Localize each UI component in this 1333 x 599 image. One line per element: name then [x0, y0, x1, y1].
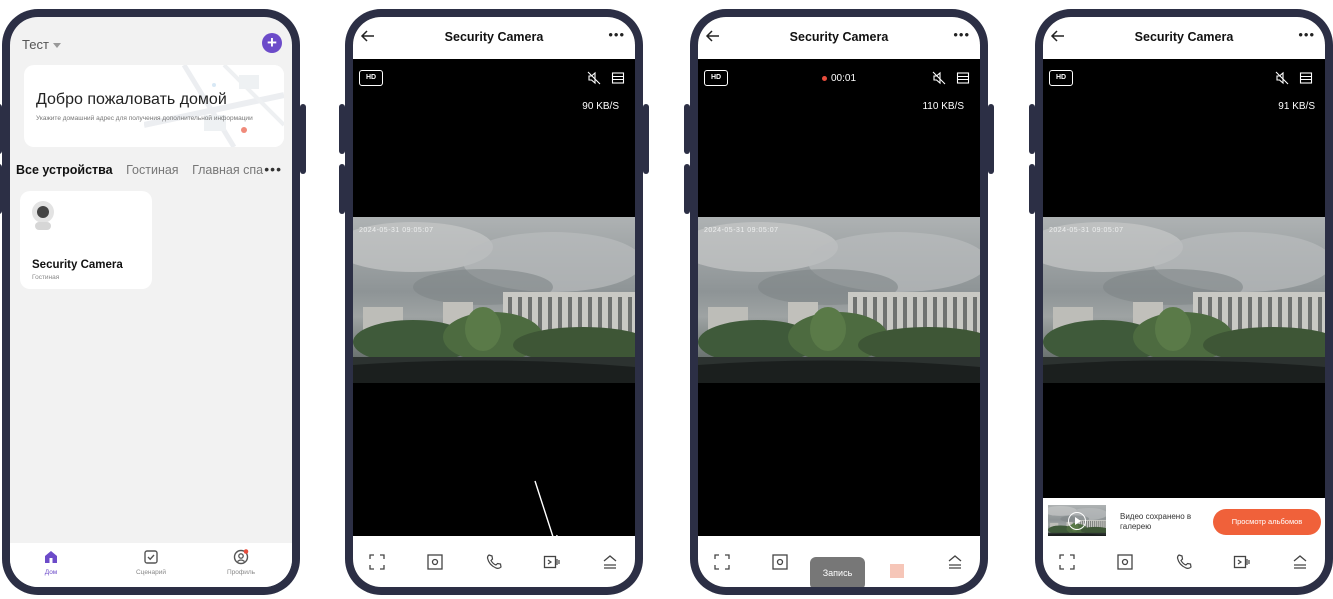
page-title: Security Camera — [444, 30, 544, 44]
expand-icon[interactable] — [946, 553, 964, 571]
recording-dot-icon — [822, 75, 827, 81]
layout-icon[interactable] — [956, 71, 970, 85]
hd-quality-button[interactable]: HD — [359, 70, 383, 86]
profile-icon — [233, 549, 249, 565]
nav-label-scenario: Сценарий — [135, 569, 167, 576]
screenshot-icon[interactable] — [771, 553, 789, 571]
bitrate-readout: 90 KB/S — [582, 101, 619, 112]
mute-icon[interactable] — [932, 71, 946, 85]
nav-home[interactable]: Дом — [16, 549, 86, 576]
fullscreen-icon[interactable] — [368, 553, 386, 571]
expand-icon[interactable] — [1291, 553, 1309, 571]
nav-label-home: Дом — [44, 569, 58, 576]
bitrate-readout: 91 KB/S — [1278, 101, 1315, 112]
welcome-card[interactable]: Добро пожаловать домой Укажите домашний … — [24, 65, 284, 147]
more-tabs-icon[interactable]: ••• — [264, 161, 282, 177]
welcome-title: Добро пожаловать домой — [36, 91, 227, 108]
recording-time: 00:01 — [831, 73, 857, 84]
recording-timer: 00:01 — [822, 73, 856, 84]
camera-screen-recording: Security Camera ••• HD 00:01 110 KB/S 20… — [698, 17, 980, 587]
home-screen: Тест + Добро пожаловать домой Укажите до… — [10, 17, 292, 587]
hd-quality-button[interactable]: HD — [704, 70, 728, 86]
bottom-nav: Дом Сценарий Профиль — [10, 543, 292, 587]
saved-message: Видео сохранено в галерею — [1120, 512, 1192, 531]
video-timestamp: 2024-05-31 09:05:07 — [1049, 227, 1124, 234]
add-device-button[interactable]: + — [262, 33, 282, 53]
screenshot-icon[interactable] — [1116, 553, 1134, 571]
phone-icon[interactable] — [1175, 553, 1193, 571]
camera-header: Security Camera ••• — [698, 17, 980, 59]
hd-quality-button[interactable]: HD — [1049, 70, 1073, 86]
more-options-icon[interactable]: ••• — [1298, 27, 1315, 42]
record-icon[interactable] — [543, 553, 561, 571]
view-albums-button[interactable]: Просмотр альбомов — [1213, 509, 1321, 535]
camera-header: Security Camera ••• — [353, 17, 635, 59]
camera-screen-saved: Security Camera ••• HD 91 KB/S 2024-05-3… — [1043, 17, 1325, 587]
saved-video-thumbnail[interactable] — [1048, 505, 1106, 538]
nav-label-profile: Профиль — [226, 569, 256, 576]
tab-main-bedroom[interactable]: Главная спа — [192, 163, 263, 177]
device-card[interactable]: Security Camera Гостиная — [20, 191, 152, 289]
nav-scenario[interactable]: Сценарий — [116, 549, 186, 576]
room-tabs: Все устройства Гостиная Главная спа — [16, 163, 286, 177]
recording-toast: Запись — [810, 557, 865, 587]
video-timestamp: 2024-05-31 09:05:07 — [704, 227, 779, 234]
fullscreen-icon[interactable] — [713, 553, 731, 571]
camera-device-icon — [32, 201, 54, 223]
video-feed: 2024-05-31 09:05:07 — [1043, 217, 1325, 383]
control-bar — [1043, 536, 1325, 587]
stop-record-button[interactable] — [890, 564, 904, 578]
chevron-down-icon — [52, 43, 61, 49]
phone-frame-camera-saved: Security Camera ••• HD 91 KB/S 2024-05-3… — [1029, 9, 1333, 595]
fullscreen-icon[interactable] — [1058, 553, 1076, 571]
home-name: Тест — [22, 37, 49, 52]
tab-living-room[interactable]: Гостиная — [126, 163, 178, 177]
checkbox-icon — [144, 550, 158, 564]
mute-icon[interactable] — [587, 71, 601, 85]
phone-icon[interactable] — [485, 553, 503, 571]
page-title: Security Camera — [789, 30, 889, 44]
welcome-subtitle: Укажите домашний адрес для получения доп… — [36, 115, 253, 122]
more-options-icon[interactable]: ••• — [608, 27, 625, 42]
bitrate-readout: 110 KB/S — [922, 101, 964, 112]
expand-icon[interactable] — [601, 553, 619, 571]
phone-frame-camera-recording: Security Camera ••• HD 00:01 110 KB/S 20… — [684, 9, 994, 595]
page-title: Security Camera — [1134, 30, 1234, 44]
mute-icon[interactable] — [1275, 71, 1289, 85]
play-icon — [1068, 512, 1086, 530]
home-selector[interactable]: Тест — [22, 37, 61, 52]
phone-frame-home: Тест + Добро пожаловать домой Укажите до… — [0, 9, 306, 595]
device-name: Security Camera — [32, 259, 123, 271]
device-room: Гостиная — [32, 274, 60, 281]
video-feed: 2024-05-31 09:05:07 — [353, 217, 635, 383]
record-icon[interactable] — [1233, 553, 1251, 571]
control-bar — [353, 536, 635, 587]
video-feed: 2024-05-31 09:05:07 — [698, 217, 980, 383]
nav-profile[interactable]: Профиль — [206, 549, 276, 576]
layout-icon[interactable] — [611, 71, 625, 85]
home-icon — [45, 551, 57, 563]
layout-icon[interactable] — [1299, 71, 1313, 85]
camera-header: Security Camera ••• — [1043, 17, 1325, 59]
camera-screen: Security Camera ••• HD 90 KB/S 2024-05-3… — [353, 17, 635, 587]
video-timestamp: 2024-05-31 09:05:07 — [359, 227, 434, 234]
phone-frame-camera-live: Security Camera ••• HD 90 KB/S 2024-05-3… — [339, 9, 649, 595]
screenshot-icon[interactable] — [426, 553, 444, 571]
more-options-icon[interactable]: ••• — [953, 27, 970, 42]
tab-all-devices[interactable]: Все устройства — [16, 163, 113, 177]
